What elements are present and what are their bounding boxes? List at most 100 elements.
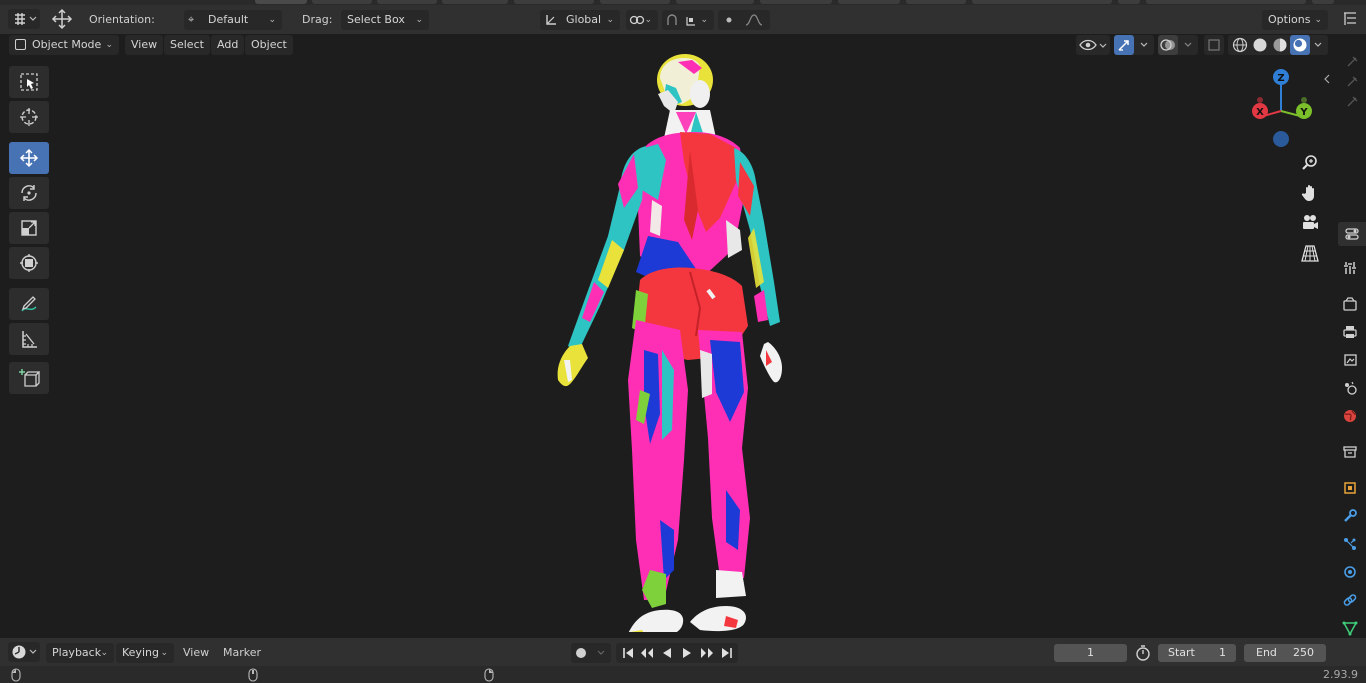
menu-view[interactable]: View [125, 35, 164, 55]
tab-data[interactable] [1338, 616, 1362, 640]
camera-view-button[interactable] [1296, 210, 1324, 236]
scene-selector[interactable] [972, 0, 1112, 4]
move-tool[interactable] [9, 142, 49, 174]
scale-icon [21, 220, 37, 236]
material-shading-button[interactable] [1270, 35, 1290, 55]
drag-dropdown[interactable]: Select Box ⌄ [341, 10, 429, 30]
menu-object[interactable]: Object [245, 35, 293, 55]
view-layer-selector[interactable] [1146, 0, 1306, 4]
navigation-gizmo[interactable]: Z Y X [1244, 64, 1320, 154]
start-frame-field[interactable]: Start 1 [1158, 644, 1236, 662]
workspace-tab[interactable] [676, 0, 754, 4]
workspace-tab[interactable] [377, 0, 437, 4]
add-cube-icon [19, 369, 40, 387]
pin-icon[interactable] [1344, 94, 1360, 110]
zoom-button[interactable] [1296, 150, 1324, 176]
workspace-tab[interactable] [760, 0, 832, 4]
record-icon[interactable] [576, 648, 586, 658]
pivot-dropdown[interactable]: ⌄ [626, 10, 658, 30]
menu-select[interactable]: Select [164, 35, 210, 55]
workspace-tab[interactable] [838, 0, 900, 4]
jump-end-button[interactable] [718, 645, 736, 661]
chevron-down-icon [1314, 42, 1322, 47]
workspace-tab[interactable] [906, 0, 966, 4]
proportional-edit-controls[interactable] [718, 10, 770, 30]
keying-menu[interactable]: Keying ⌄ [116, 643, 174, 663]
chevron-down-icon[interactable] [595, 647, 607, 659]
status-bar: 2.93.9 [0, 666, 1366, 683]
workspace-tab[interactable] [442, 0, 508, 4]
tab-tool[interactable] [1338, 256, 1362, 280]
tab-world[interactable] [1338, 404, 1362, 428]
workspace-tab[interactable] [514, 0, 594, 4]
timeline-editor-type-button[interactable] [8, 642, 40, 662]
tab-constraints[interactable] [1338, 588, 1362, 612]
rotate-tool[interactable] [9, 177, 49, 209]
workspace-tab-active[interactable] [255, 0, 307, 4]
tab-scene[interactable] [1338, 376, 1362, 400]
tab-collection[interactable] [1338, 440, 1362, 464]
jump-start-button[interactable] [619, 645, 637, 661]
timeline-view-menu[interactable]: View [183, 646, 209, 659]
version-label: 2.93.9 [1323, 668, 1358, 681]
rendered-shading-button[interactable] [1290, 35, 1310, 55]
play-reverse-button[interactable] [658, 645, 676, 661]
end-frame-field[interactable]: End 250 [1244, 644, 1326, 662]
chevron-down-icon: ⌄ [644, 15, 652, 25]
tab-object[interactable] [1338, 476, 1362, 500]
play-button[interactable] [678, 645, 696, 661]
prev-keyframe-button[interactable] [638, 645, 656, 661]
scene-button[interactable] [1118, 0, 1140, 4]
options-dropdown[interactable]: Options ⌄ [1262, 10, 1328, 30]
visibility-dropdown[interactable] [1076, 35, 1110, 55]
pan-button[interactable] [1296, 180, 1324, 206]
grid-icon [1301, 245, 1319, 262]
menu-add[interactable]: Add [211, 35, 245, 55]
overlay-toggle[interactable] [1158, 35, 1178, 55]
select-box-tool[interactable] [9, 66, 49, 98]
editor-type-button[interactable] [8, 9, 40, 29]
tab-output[interactable] [1338, 320, 1362, 344]
perspective-toggle-button[interactable] [1296, 240, 1324, 266]
move-icon [19, 148, 39, 168]
options-label: Options [1268, 13, 1311, 26]
timeline-marker-menu[interactable]: Marker [223, 646, 261, 659]
annotate-tool[interactable] [9, 288, 49, 320]
cursor-tool[interactable] [9, 101, 49, 133]
workspace-tab[interactable] [600, 0, 670, 4]
mode-dropdown[interactable]: Object Mode ⌄ [9, 35, 119, 55]
sidebar-toggle[interactable] [1338, 9, 1362, 29]
gizmo-toggle[interactable] [1114, 35, 1134, 55]
chevron-left-icon[interactable] [1322, 72, 1332, 86]
data-icon [1342, 621, 1358, 636]
view-layer-button[interactable] [1312, 0, 1334, 4]
tab-modifiers[interactable] [1338, 504, 1362, 528]
3d-viewport[interactable]: Z Y X [0, 54, 1334, 638]
orientation-dropdown[interactable]: ⌖ Default ⌄ [184, 10, 282, 30]
tab-render[interactable] [1338, 292, 1362, 316]
wireframe-shading-button[interactable] [1230, 35, 1250, 55]
pin-icon[interactable] [1344, 54, 1360, 70]
xray-toggle[interactable] [1204, 35, 1224, 55]
snap-controls[interactable]: ⌄ [662, 10, 714, 30]
add-cube-tool[interactable] [9, 362, 49, 394]
transform-tool[interactable] [9, 247, 49, 279]
transform-orientation-dropdown[interactable]: Global ⌄ [540, 10, 620, 30]
playback-menu[interactable]: Playback ⌄ [46, 643, 114, 663]
pin-icon[interactable] [1344, 74, 1360, 90]
overlay-dropdown[interactable] [1158, 35, 1198, 55]
scale-tool[interactable] [9, 212, 49, 244]
transform-orientation-icon [546, 15, 556, 25]
solid-shading-button[interactable] [1250, 35, 1270, 55]
editor-type-properties[interactable] [1338, 222, 1366, 246]
tab-view-layer[interactable] [1338, 348, 1362, 372]
transform-gizmo-toggle[interactable] [48, 7, 76, 31]
gizmo-dropdown[interactable] [1114, 35, 1154, 55]
next-keyframe-button[interactable] [698, 645, 716, 661]
preview-range-toggle[interactable] [1134, 644, 1152, 662]
workspace-tab[interactable] [312, 0, 372, 4]
tab-physics[interactable] [1338, 560, 1362, 584]
tab-particles[interactable] [1338, 532, 1362, 556]
measure-tool[interactable] [9, 323, 49, 355]
current-frame-field[interactable]: 1 [1054, 644, 1127, 662]
